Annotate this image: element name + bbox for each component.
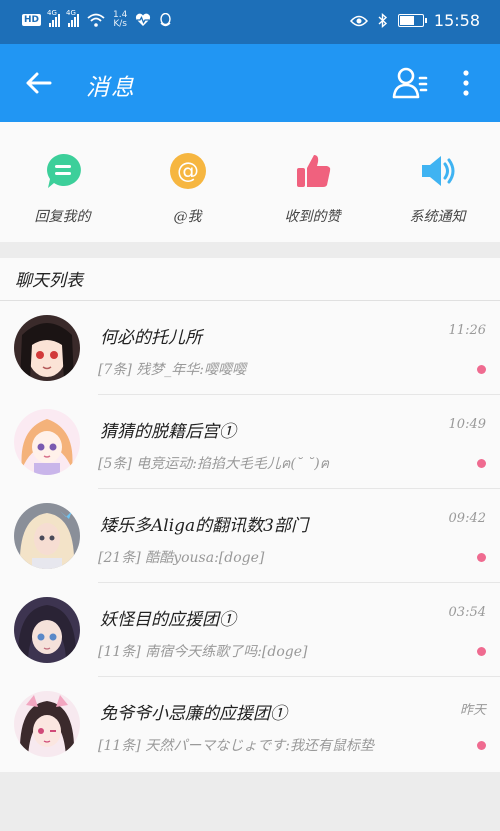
chat-name: 猜猜的脱籍后宫① (100, 422, 236, 442)
at-sign-icon: @ (170, 153, 206, 189)
speaker-icon (422, 156, 455, 186)
signal-icon-2: 4G (66, 9, 80, 27)
chat-row[interactable]: 免爷爷小忌廉的应援团① [11条] 天然パーマなじょです:我还有鼠标垫 昨天 (0, 677, 500, 771)
chat-name: 妖怪目的应援团① (100, 610, 236, 630)
mention-me-button[interactable]: @ @我 (125, 122, 250, 242)
system-notice-button[interactable]: 系统通知 (375, 122, 500, 242)
chat-preview: [11条] 天然パーマなじょです:我还有鼠标垫 (98, 738, 374, 754)
avatar (14, 315, 80, 381)
unread-dot (477, 741, 486, 750)
more-options-icon[interactable] (456, 68, 476, 98)
avatar (14, 597, 80, 663)
reply-me-button[interactable]: 回复我的 (0, 122, 125, 242)
system-notice-label: 系统通知 (409, 209, 466, 225)
chat-preview: [21条] 酷酷yousa:[doge] (98, 550, 265, 566)
unread-dot (477, 647, 486, 656)
back-arrow-icon[interactable] (22, 66, 56, 100)
chat-preview: [7条] 残梦_年华:嘤嘤嘤 (98, 362, 246, 378)
svg-text:@: @ (177, 159, 199, 184)
chat-row[interactable]: 猜猜的脱籍后宫① [5条] 电竞运动:掐掐大毛毛儿ฅ(˘ ˘)ฅ 10:49 (0, 395, 500, 489)
avatar (14, 409, 80, 475)
status-time: 15:58 (433, 11, 480, 30)
heart-rate-icon (136, 13, 151, 26)
chat-list-title: 聊天列表 (15, 271, 83, 291)
chat-time: 11:26 (448, 323, 486, 338)
hd-badge: HD (22, 14, 42, 26)
unread-dot (477, 459, 486, 468)
battery-icon (397, 14, 427, 27)
contacts-icon[interactable] (392, 66, 428, 100)
bluetooth-icon (378, 13, 387, 28)
thumbs-up-icon (297, 155, 331, 187)
avatar (14, 503, 80, 569)
chat-preview: [5条] 电竞运动:掐掐大毛毛儿ฅ(˘ ˘)ฅ (98, 456, 330, 472)
signal-icon: 4G (47, 9, 61, 27)
chat-time: 03:54 (448, 605, 486, 620)
chat-time: 10:49 (448, 417, 486, 432)
chat-preview: [11条] 南宿今天练歌了吗:[doge] (98, 644, 308, 660)
unread-dot (477, 365, 486, 374)
unread-dot (477, 553, 486, 562)
chat-time: 09:42 (448, 511, 486, 526)
status-bar: HD 4G 4G 1.4 K/s 15:58 (0, 0, 500, 44)
network-speed: 1.4 K/s (113, 10, 128, 29)
chat-list: 聊天列表 何必的托儿所 [7条] 残梦_年华:嘤嘤嘤 11:26 猜猜的脱籍后宫… (0, 258, 500, 772)
chat-row[interactable]: 何必的托儿所 [7条] 残梦_年华:嘤嘤嘤 11:26 (0, 301, 500, 395)
chat-row[interactable]: 妖怪目的应援团① [11条] 南宿今天练歌了吗:[doge] 03:54 (0, 583, 500, 677)
chat-name: 矮乐多Aliga的翻讯数3部门 (100, 516, 308, 536)
chat-row[interactable]: 矮乐多Aliga的翻讯数3部门 [21条] 酷酷yousa:[doge] 09:… (0, 489, 500, 583)
app-header: 消息 (0, 44, 500, 122)
wifi-icon (87, 13, 105, 27)
page-title: 消息 (86, 75, 136, 101)
eye-comfort-icon (349, 15, 368, 26)
likes-received-label: 收到的赞 (284, 209, 341, 225)
qq-icon (160, 12, 172, 26)
chat-bubble-icon (47, 153, 81, 188)
avatar (14, 691, 80, 757)
mention-me-label: @我 (173, 209, 202, 225)
quick-actions: 回复我的 @ @我 收到的赞 系统通知 (0, 122, 500, 242)
reply-me-label: 回复我的 (34, 209, 91, 225)
chat-name: 何必的托儿所 (100, 328, 202, 348)
likes-received-button[interactable]: 收到的赞 (250, 122, 375, 242)
chat-name: 免爷爷小忌廉的应援团① (100, 704, 287, 724)
chat-time: 昨天 (459, 703, 486, 718)
